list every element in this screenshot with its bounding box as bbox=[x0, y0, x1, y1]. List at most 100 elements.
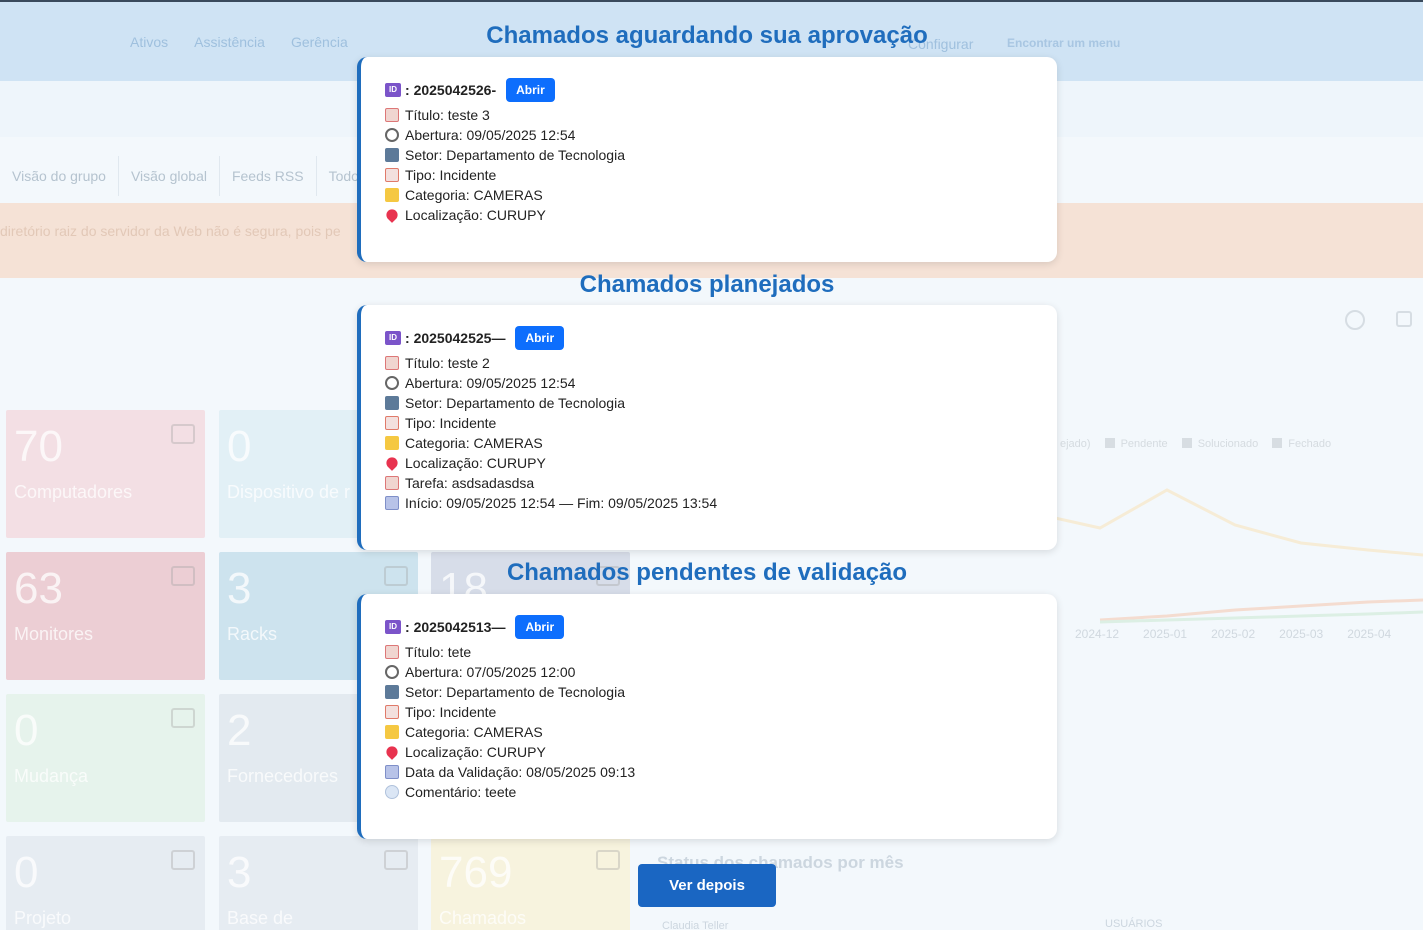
ticket-id: 2025042525 bbox=[413, 330, 492, 346]
menu-item-gerencia[interactable]: Gerência bbox=[291, 34, 348, 50]
tab-rss-feeds[interactable]: Feeds RSS bbox=[220, 156, 317, 196]
ticket-detail-row: Setor: Departamento de Tecnologia bbox=[385, 145, 1033, 165]
stat-tile-value: 3 bbox=[227, 564, 252, 613]
ticket-detail-text: Título: teste 3 bbox=[405, 107, 490, 123]
open-ticket-button[interactable]: Abrir bbox=[506, 78, 555, 102]
open-ticket-button[interactable]: Abrir bbox=[515, 326, 565, 350]
view-later-button[interactable]: Ver depois bbox=[638, 864, 776, 907]
stat-tile-label: Chamados bbox=[439, 908, 527, 928]
ticket-id: 2025042513 bbox=[413, 619, 492, 635]
stat-tile[interactable]: 769 Chamados bbox=[431, 836, 630, 930]
pin-icon bbox=[384, 744, 400, 760]
ticket-detail-row: Data da Validação: 08/05/2025 09:13 bbox=[385, 762, 1033, 782]
ticket-detail-row: Categoria: CAMERAS bbox=[385, 185, 1033, 205]
ticket-detail-row: Localização: CURUPY bbox=[384, 453, 1033, 473]
tab-global-view[interactable]: Visão global bbox=[119, 156, 220, 196]
clock-icon bbox=[385, 665, 399, 679]
building-icon bbox=[385, 396, 399, 410]
ticket-id-row: ID: 2025042525 — Abrir bbox=[385, 325, 1033, 351]
tickets-line-chart bbox=[1055, 488, 1423, 624]
stat-tile-value: 769 bbox=[439, 848, 513, 897]
section-title: Chamados pendentes de validação bbox=[506, 559, 908, 586]
section-title: Chamados planejados bbox=[579, 271, 835, 298]
stat-tile-label: Dispositivo de r bbox=[227, 482, 351, 502]
ticket-detail-text: Título: teste 2 bbox=[405, 355, 490, 371]
ticket-detail-row: Categoria: CAMERAS bbox=[385, 433, 1033, 453]
stat-tile-icon bbox=[171, 424, 195, 444]
ticket-detail-text: Data da Validação: 08/05/2025 09:13 bbox=[405, 764, 636, 780]
folder-icon bbox=[385, 436, 399, 450]
stat-tile-icon bbox=[171, 850, 195, 870]
menu-item-ativos[interactable]: Ativos bbox=[130, 34, 168, 50]
ticket-detail-row: Comentário: teete bbox=[385, 782, 1033, 802]
ticket-card: ID: 2025042513 — Abrir Título: tete Abertur… bbox=[357, 594, 1057, 839]
user-name-label: Claudia Teller bbox=[662, 920, 729, 930]
pin-icon bbox=[384, 455, 400, 471]
ticket-detail-text: Categoria: CAMERAS bbox=[405, 187, 543, 203]
clipboard-icon bbox=[385, 416, 399, 430]
stat-tile-value: 2 bbox=[227, 706, 252, 755]
stat-tile-label: Monitores bbox=[14, 624, 94, 644]
ticket-detail-text: Setor: Departamento de Tecnologia bbox=[405, 147, 625, 163]
calendar-icon bbox=[385, 496, 399, 510]
speech-bubble-icon bbox=[385, 785, 399, 799]
ticket-detail-text: Setor: Departamento de Tecnologia bbox=[405, 684, 625, 700]
stat-tile[interactable]: 3 Base de bbox=[219, 836, 418, 930]
clock-icon bbox=[385, 128, 399, 142]
ticket-detail-text: Setor: Departamento de Tecnologia bbox=[405, 395, 625, 411]
ticket-card: ID: 2025042525 — Abrir Título: teste 2 Aber… bbox=[357, 305, 1057, 550]
ticket-detail-text: Localização: CURUPY bbox=[405, 207, 546, 223]
section-title: Chamados aguardando sua aprovação bbox=[486, 22, 928, 49]
ticket-detail-text: Comentário: teete bbox=[405, 784, 517, 800]
ticket-detail-row: Tarefa: asdsadasdsa bbox=[385, 473, 1033, 493]
warning-text: diretório raiz do servidor da Web não é … bbox=[0, 223, 341, 239]
copy-icon[interactable] bbox=[1396, 311, 1412, 327]
ticket-detail-text: Abertura: 09/05/2025 12:54 bbox=[405, 127, 576, 143]
ticket-detail-text: Abertura: 09/05/2025 12:54 bbox=[405, 375, 576, 391]
ticket-detail-row: Título: tete bbox=[385, 642, 1033, 662]
stat-tile-label: Computadores bbox=[14, 482, 133, 502]
open-ticket-button[interactable]: Abrir bbox=[515, 615, 565, 639]
main-menu: Ativos Assistência Gerência bbox=[130, 34, 348, 50]
id-icon: ID bbox=[385, 620, 401, 634]
memo-icon bbox=[385, 645, 399, 659]
dashboard-tabs: Visão do grupo Visão global Feeds RSS To… bbox=[0, 156, 372, 196]
stat-tile[interactable]: 63 Monitores bbox=[6, 552, 205, 680]
ticket-id-prefix: : bbox=[405, 619, 414, 635]
ticket-detail-row: Abertura: 09/05/2025 12:54 bbox=[385, 125, 1033, 145]
stat-tile-label: Racks bbox=[227, 624, 278, 644]
stat-tile-value: 0 bbox=[14, 848, 39, 897]
stat-tile[interactable]: 0 Mudança bbox=[6, 694, 205, 822]
ticket-detail-row: Tipo: Incidente bbox=[385, 702, 1033, 722]
x-tick-label: 2025-01 bbox=[1143, 627, 1188, 641]
memo-icon bbox=[385, 356, 399, 370]
pin-icon bbox=[384, 207, 400, 223]
stat-tile[interactable]: 70 Computadores bbox=[6, 410, 205, 538]
folder-icon bbox=[385, 188, 399, 202]
stat-tile-icon bbox=[596, 850, 620, 870]
x-tick-label: 2025-03 bbox=[1279, 627, 1324, 641]
ticket-detail-row: Abertura: 09/05/2025 12:54 bbox=[385, 373, 1033, 393]
ticket-detail-text: Abertura: 07/05/2025 12:00 bbox=[405, 664, 576, 680]
id-icon: ID bbox=[385, 83, 401, 97]
tab-group-view[interactable]: Visão do grupo bbox=[0, 156, 119, 196]
ticket-detail-text: Localização: CURUPY bbox=[405, 455, 546, 471]
clipboard-icon bbox=[385, 705, 399, 719]
stat-tile[interactable]: 0 Projeto bbox=[6, 836, 205, 930]
stat-tile-value: 63 bbox=[14, 564, 63, 613]
ticket-detail-row: Abertura: 07/05/2025 12:00 bbox=[385, 662, 1033, 682]
ticket-detail-text: Categoria: CAMERAS bbox=[405, 435, 543, 451]
x-tick-label: 2024-12 bbox=[1075, 627, 1120, 641]
id-icon: ID bbox=[385, 331, 401, 345]
ticket-detail-row: Início: 09/05/2025 12:54 — Fim: 09/05/20… bbox=[385, 493, 1033, 513]
ticket-detail-text: Tipo: Incidente bbox=[405, 415, 497, 431]
stat-tile-label: Fornecedores bbox=[227, 766, 339, 786]
stat-tile-icon bbox=[171, 566, 195, 586]
history-icon[interactable] bbox=[1345, 310, 1365, 330]
ticket-id-prefix: : bbox=[405, 330, 414, 346]
users-label: USUÁRIOS bbox=[1105, 918, 1163, 930]
ticket-id-row: ID: 2025042526 - Abrir bbox=[385, 77, 1033, 103]
menu-item-assistencia[interactable]: Assistência bbox=[194, 34, 265, 50]
ticket-detail-text: Início: 09/05/2025 12:54 — Fim: 09/05/20… bbox=[405, 495, 718, 511]
calendar-icon bbox=[385, 765, 399, 779]
